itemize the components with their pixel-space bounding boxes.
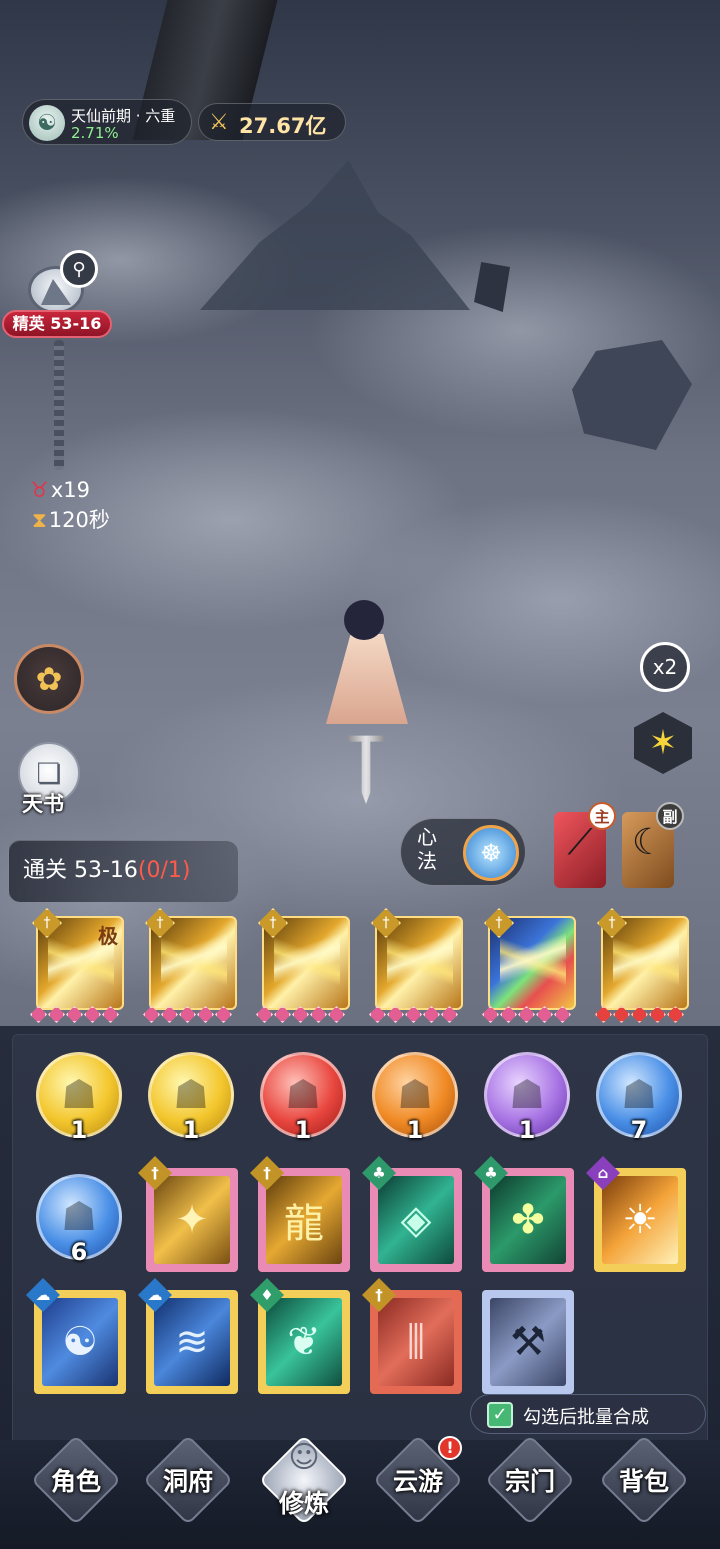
spirit-orb[interactable]: ☗ 1	[260, 1052, 346, 1152]
skill-tier: 极	[98, 924, 118, 948]
sunburst-icon: ☀	[602, 1176, 678, 1264]
hourglass-icon: ⧗	[32, 508, 47, 532]
skill-stars	[369, 1006, 458, 1023]
skill-stars	[30, 1006, 119, 1023]
skill-slot[interactable]: † 极	[30, 906, 132, 1028]
skill-stars	[482, 1006, 571, 1023]
mind-art-label: 心法	[417, 825, 437, 873]
skill-card[interactable]: ☁ ☯	[26, 1278, 126, 1394]
treasure-bag-button[interactable]: ✿	[14, 644, 84, 714]
skill-slot[interactable]: †	[595, 906, 697, 1028]
combat-power[interactable]: ⚔ 27.67亿	[198, 103, 346, 141]
objective-label: 通关 53-16	[23, 858, 138, 883]
realm-status[interactable]: ☯ 天仙前期 · 六重 2.71%	[22, 99, 192, 145]
orb-count: 1	[406, 1116, 424, 1144]
skill-card[interactable]: ♦ ❦	[250, 1278, 350, 1394]
stage-timer: ⧗120秒	[32, 508, 110, 532]
speed-toggle-button[interactable]: x2	[640, 642, 690, 692]
meditating-monk-icon: ☺	[288, 1440, 320, 1475]
mountain-silhouette	[200, 160, 470, 310]
main-badge: 主	[588, 802, 616, 830]
mind-art-button[interactable]: 心法 ☸	[400, 818, 526, 886]
demon-head-icon: ♉	[30, 478, 49, 502]
skill-card[interactable]: † ⫼	[362, 1278, 462, 1394]
skill-card[interactable]: ♣ ◈	[362, 1156, 462, 1272]
skill-card[interactable]: † 龍	[250, 1156, 350, 1272]
spirit-orb[interactable]: ☗ 1	[484, 1052, 570, 1152]
spirit-orb[interactable]: ☗ 1	[148, 1052, 234, 1152]
skill-slot[interactable]: †	[256, 906, 358, 1028]
nav-sect[interactable]: 宗门	[462, 1434, 582, 1549]
skill-slot[interactable]: †	[369, 906, 471, 1028]
nav-backpack[interactable]: 背包	[576, 1434, 696, 1549]
skill-card[interactable]: ♣ ✤	[474, 1156, 574, 1272]
spirit-orb[interactable]: ☗ 7	[596, 1052, 682, 1152]
search-icon[interactable]: ⚲	[60, 250, 98, 288]
realm-name: 天仙前期 · 六重	[71, 107, 176, 125]
realm-progress: 2.71%	[71, 124, 119, 142]
spirit-orb[interactable]: ☗ 1	[372, 1052, 458, 1152]
crossed-swords-icon: ⚔	[209, 110, 229, 135]
orb-count: 1	[182, 1116, 200, 1144]
nav-label: 背包	[618, 1467, 669, 1496]
enemy-count: ♉x19	[30, 478, 90, 502]
orb-count: 1	[70, 1116, 88, 1144]
orb-count: 7	[630, 1116, 648, 1144]
cultivator-avatar-icon: ☯	[29, 105, 65, 141]
golden-dragon-icon: 龍	[266, 1176, 342, 1264]
sub-badge: 副	[656, 802, 684, 830]
skill-card[interactable]: † ✦	[138, 1156, 238, 1272]
skill-slot[interactable]: †	[143, 906, 245, 1028]
sub-weapon-slot[interactable]: ☾ 副	[622, 802, 684, 888]
triple-sword-icon: ⫼	[378, 1298, 454, 1386]
spirit-orb[interactable]: ☗ 1	[36, 1052, 122, 1152]
skill-slot[interactable]: †	[482, 906, 584, 1028]
skill-card[interactable]: ⚒	[482, 1290, 574, 1394]
treasure-bag-icon: ✿	[35, 660, 63, 698]
talisman-swarm-icon: ✤	[490, 1176, 566, 1264]
stage-objective[interactable]: 通关 53-16(0/1)	[8, 840, 238, 902]
batch-synthesize-label: 勾选后批量合成	[523, 1407, 649, 1428]
stage-progress-rail	[54, 340, 64, 470]
skill-card[interactable]: ⌂ ☀	[586, 1156, 686, 1272]
skill-card[interactable]: ☁ ≋	[138, 1278, 238, 1394]
skill-stars	[143, 1006, 232, 1023]
spirit-orb[interactable]: ☗ 6	[36, 1174, 122, 1274]
stage-tag: 精英 53-16	[2, 310, 112, 338]
batch-synthesize-toggle[interactable]: ✓ 勾选后批量合成	[470, 1394, 706, 1434]
jade-leaf-icon: ❦	[266, 1298, 342, 1386]
checkmark-icon[interactable]: ✓	[487, 1402, 513, 1428]
orb-count: 1	[294, 1116, 312, 1144]
wind-blade-icon: ≋	[154, 1298, 230, 1386]
bottom-nav: 角色 洞府 ☺ 修炼 云游 宗门 背包	[0, 1434, 720, 1549]
orb-count: 1	[518, 1116, 536, 1144]
flying-sword	[348, 735, 384, 804]
floating-rock-small	[474, 262, 510, 312]
orb-count: 6	[70, 1238, 88, 1266]
notification-badge: !	[438, 1436, 462, 1460]
floating-rock	[572, 340, 692, 450]
heavenly-book-label: 天书	[22, 792, 64, 816]
taiji-icon: ☯	[42, 1298, 118, 1386]
nav-cultivation[interactable]: ☺ 修炼	[236, 1434, 356, 1549]
skill-stars	[256, 1006, 345, 1023]
blade-hilt-icon: ⚒	[490, 1298, 566, 1386]
jade-beast-icon: ◈	[378, 1176, 454, 1264]
equipped-skills: † 极 † † † † †	[0, 906, 720, 1028]
golden-slash-icon: ✦	[154, 1176, 230, 1264]
main-weapon-slot[interactable]: ⟋ 主	[554, 802, 616, 888]
objective-progress: (0/1)	[137, 858, 191, 883]
combat-power-value: 27.67亿	[239, 114, 327, 138]
star-icon: ✶	[648, 723, 678, 763]
player-character	[322, 598, 412, 808]
meditating-figure-icon: ☸	[463, 825, 519, 881]
skill-stars	[595, 1006, 684, 1023]
scroll-icon: ❏	[36, 756, 62, 790]
nav-cave-abode[interactable]: 洞府	[120, 1434, 240, 1549]
nav-character[interactable]: 角色	[8, 1434, 128, 1549]
